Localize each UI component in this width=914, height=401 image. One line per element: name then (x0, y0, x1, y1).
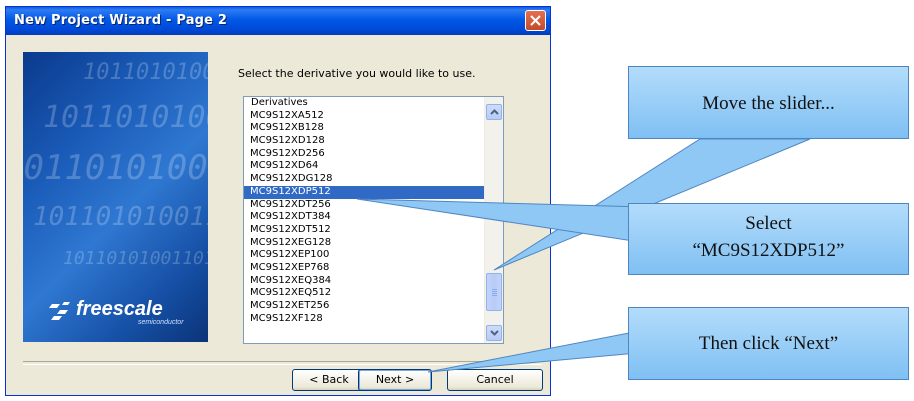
select-callout-line2: “MC9S12XDP512” (692, 240, 845, 261)
next-callout: Then click “Next” (628, 307, 909, 380)
select-callout: Select “MC9S12XDP512” (628, 203, 909, 275)
select-callout-line1: Select (745, 213, 792, 234)
slider-callout: Move the slider... (628, 66, 909, 139)
